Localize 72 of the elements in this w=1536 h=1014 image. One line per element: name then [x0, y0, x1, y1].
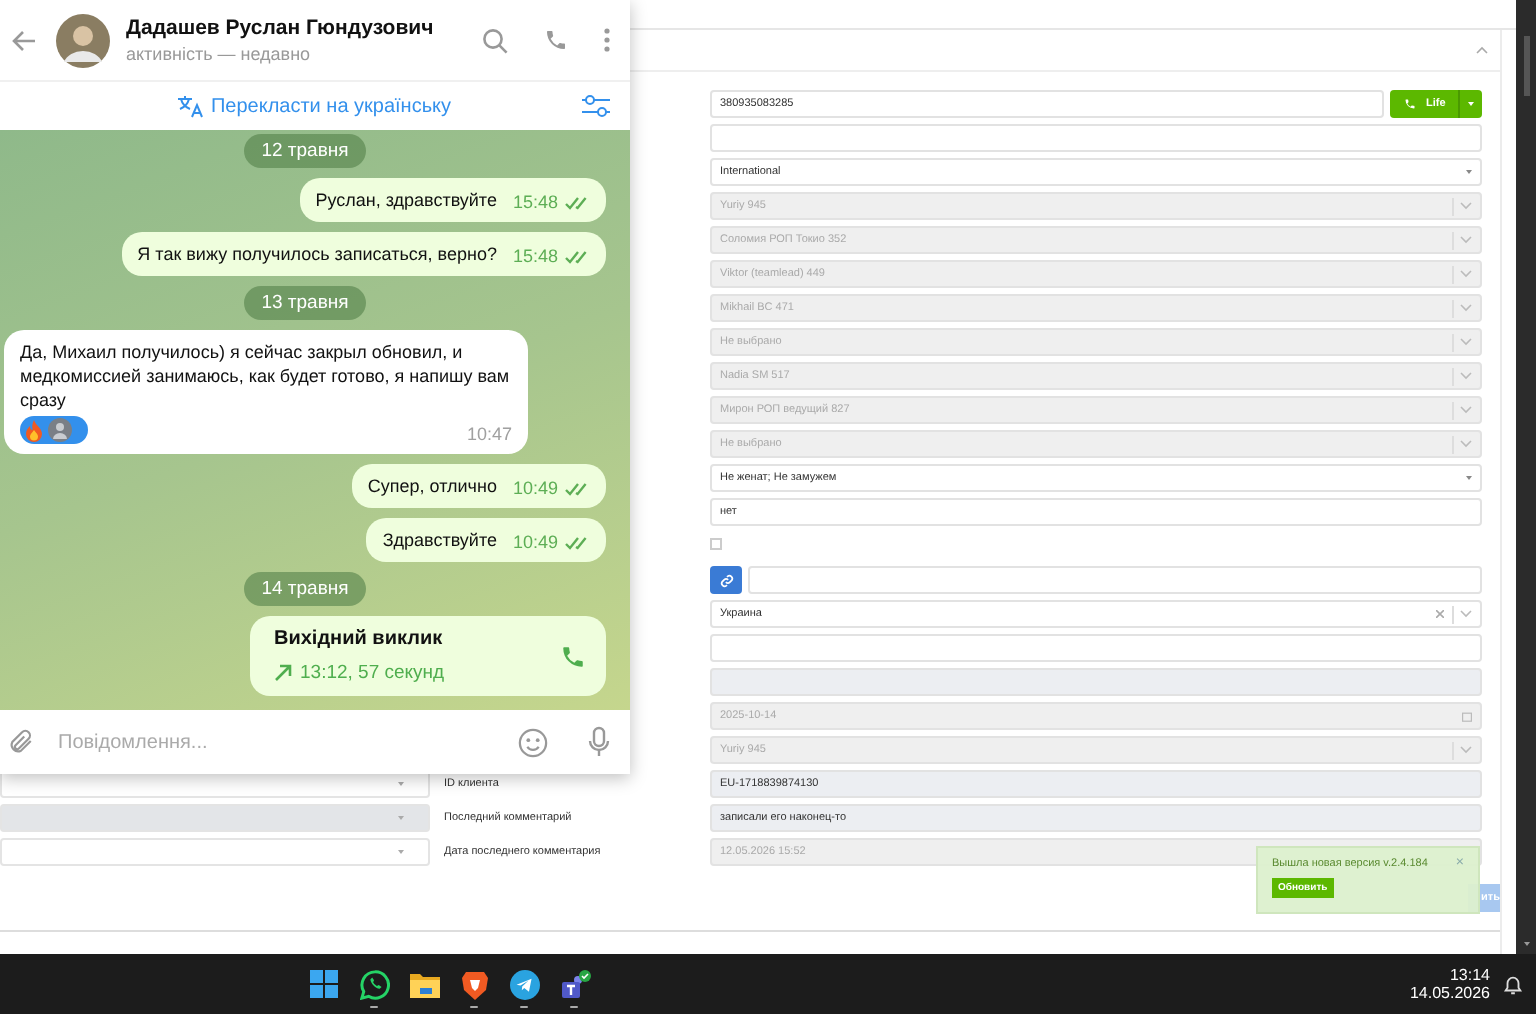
call-detail: 13:12, 57 секунд: [274, 662, 445, 684]
chevron-down-icon: [1460, 202, 1472, 210]
url-field[interactable]: [748, 566, 1482, 594]
microphone-icon: [588, 726, 610, 758]
call-title: Вихідний виклик: [274, 628, 445, 650]
caret-down-icon: [1523, 942, 1529, 946]
message-time: 15:48: [512, 192, 590, 212]
clock[interactable]: 13:14 14.05.2026: [1409, 966, 1502, 1002]
chevron-down-icon: [1460, 746, 1472, 754]
chevron-down-icon: [1460, 304, 1472, 312]
text-field[interactable]: [710, 634, 1482, 662]
phone-icon: [544, 28, 568, 52]
message-time: 15:48: [512, 246, 590, 266]
phone-icon: [1404, 98, 1416, 110]
caret-down-icon: [398, 850, 404, 854]
message-time: 10:49: [512, 478, 590, 498]
back-arrow-icon: [12, 29, 36, 51]
shield-icon: [461, 969, 487, 999]
chevron-down-icon: [1460, 610, 1472, 618]
more-icon: [604, 28, 610, 52]
chevron-down-icon: [1460, 338, 1472, 346]
arrow-up-right-icon: [274, 664, 292, 682]
folder-icon: [409, 971, 439, 997]
date-badge: 13 травня: [243, 286, 367, 320]
contact-status: активність — недавно: [126, 44, 313, 64]
message-time: 10:47: [466, 424, 512, 444]
caret-down-icon: [1466, 170, 1472, 174]
avatar: [56, 13, 110, 67]
translate-icon: [178, 95, 205, 117]
chevron-down-icon: [1460, 270, 1472, 278]
message-text: Да, Михаил получилось) я сейчас закрыл обновил, и медкомиссией занимаюсь, как будет готово, я напишу вам сразу: [20, 340, 512, 412]
clear-icon[interactable]: [1436, 610, 1444, 618]
emoji-button[interactable]: [514, 723, 552, 761]
text-field[interactable]: [710, 124, 1482, 152]
message-text: Здравствуйте: [382, 528, 497, 552]
smiley-icon: [518, 727, 548, 757]
reaction-badge[interactable]: [20, 416, 88, 444]
message-text: Супер, отлично: [367, 474, 497, 498]
phone-icon[interactable]: [560, 643, 586, 669]
date-badge: 12 травня: [243, 134, 367, 168]
flame-icon: [24, 419, 44, 441]
caret-down-icon: [398, 816, 404, 820]
message-time: 10:49: [512, 532, 590, 552]
avatar: [48, 418, 72, 442]
paper-plane-icon: [509, 969, 539, 999]
more-button[interactable]: [600, 24, 614, 56]
search-icon: [482, 27, 508, 53]
paperclip-icon: [8, 728, 34, 756]
chevron-up-icon[interactable]: [1476, 46, 1488, 54]
voice-button[interactable]: [584, 722, 614, 762]
caret-down-icon: [1466, 476, 1472, 480]
bell-icon: [1502, 973, 1524, 995]
link-icon: [719, 573, 733, 587]
search-button[interactable]: [478, 23, 512, 57]
chevron-down-icon: [1460, 406, 1472, 414]
chat-phone-icon: [359, 969, 389, 999]
calendar-icon: [1462, 711, 1472, 721]
date-badge: 14 травня: [243, 572, 367, 606]
chevron-down-icon: [1460, 440, 1472, 448]
contact-name: Дадашев Руслан Гюндузович: [126, 16, 436, 40]
back-button[interactable]: [8, 25, 40, 55]
link-button[interactable]: [710, 566, 742, 594]
caret-down-icon: [1468, 102, 1474, 106]
chevron-down-icon: [1460, 236, 1472, 244]
message-text: Руслан, здравствуйте: [315, 188, 497, 212]
message-text: Я так вижу получилось записаться, верно?: [137, 242, 497, 266]
chevron-down-icon: [1460, 372, 1472, 380]
sliders-icon: [582, 94, 610, 118]
checkbox[interactable]: [710, 538, 722, 550]
people-icon: [557, 969, 591, 999]
caret-down-icon: [398, 782, 404, 786]
windows-logo-icon: [310, 970, 338, 998]
